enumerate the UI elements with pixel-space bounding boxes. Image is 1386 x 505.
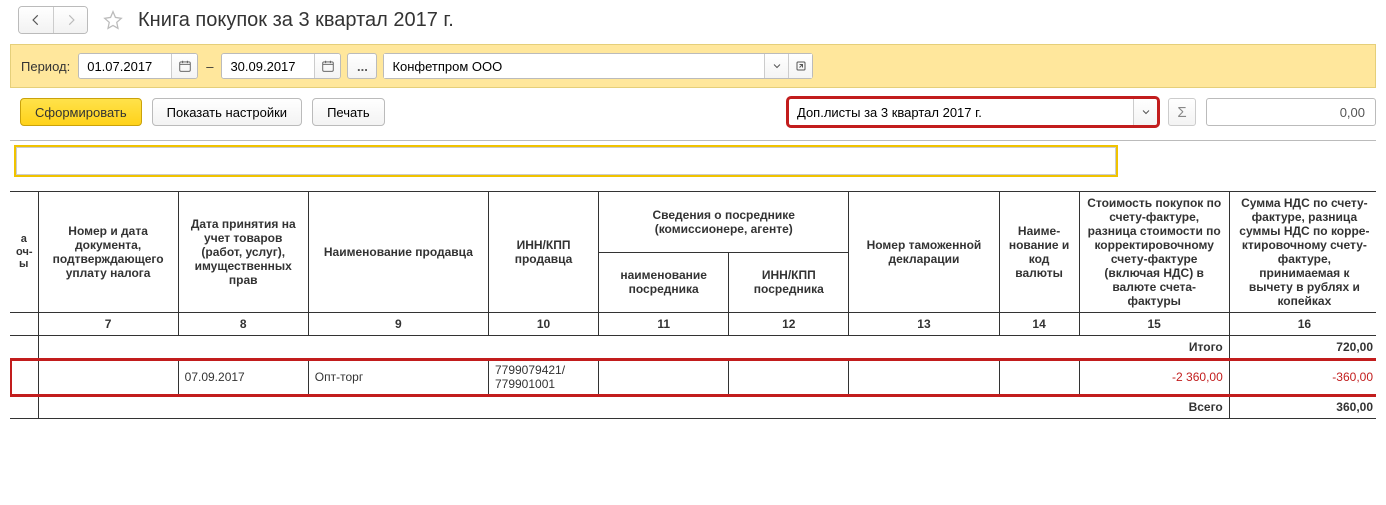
cell-c7 <box>38 359 178 396</box>
colnum-8: 8 <box>178 313 308 336</box>
extra-sheets-input[interactable] <box>789 99 1133 125</box>
action-bar: Сформировать Показать настройки Печать Σ… <box>0 88 1386 134</box>
arrow-left-icon <box>29 13 43 27</box>
column-number-row: 7 8 9 10 11 12 13 14 15 16 <box>10 313 1376 336</box>
cell-c11 <box>599 359 729 396</box>
vsego-label: Всего <box>38 396 1229 419</box>
open-icon <box>795 60 807 72</box>
colnum-14: 14 <box>999 313 1079 336</box>
itogo-row: Итого 720,00 <box>10 336 1376 359</box>
cell-c16: -360,00 <box>1229 359 1376 396</box>
header-c14: Наиме­нование и код валюты <box>999 192 1079 313</box>
colnum-12: 12 <box>729 313 849 336</box>
calendar-icon <box>178 59 192 73</box>
extra-sheets-dropdown[interactable] <box>1133 99 1157 125</box>
header-c15: Стоимость покупок по счету-фактуре, разн… <box>1079 192 1229 313</box>
header-c9: Наименование продавца <box>308 192 488 313</box>
cell-c10: 7799079421/ 779901001 <box>488 359 598 396</box>
header-intermediary-group: Сведения о посреднике (комиссионере, аге… <box>599 192 849 253</box>
page-title: Книга покупок за 3 квартал 2017 г. <box>138 9 454 32</box>
itogo-value: 720,00 <box>1229 336 1376 359</box>
organization-open[interactable] <box>788 54 812 78</box>
colnum-15: 15 <box>1079 313 1229 336</box>
nav-button-group <box>18 6 88 34</box>
colnum-11: 11 <box>599 313 729 336</box>
calendar-icon <box>321 59 335 73</box>
date-from-wrapper <box>78 53 198 79</box>
star-icon <box>103 10 123 30</box>
generate-button[interactable]: Сформировать <box>20 98 142 126</box>
colnum-7: 7 <box>38 313 178 336</box>
cell-c14 <box>999 359 1079 396</box>
cell-c13 <box>849 359 999 396</box>
vsego-value: 360,00 <box>1229 396 1376 419</box>
date-to-input[interactable] <box>222 54 314 78</box>
period-select-button[interactable]: ... <box>347 53 377 79</box>
print-button[interactable]: Печать <box>312 98 385 126</box>
table-row[interactable]: 07.09.2017 Опт-торг 7799079421/ 77990100… <box>10 359 1376 396</box>
cell-c8: 07.09.2017 <box>178 359 308 396</box>
date-to-picker[interactable] <box>314 54 340 78</box>
filter-bar: Период: – ... <box>10 44 1376 88</box>
table-header-row: а оч- ы Номер и дата документа, подтверж… <box>10 192 1376 253</box>
cell-c12 <box>729 359 849 396</box>
date-to-wrapper <box>221 53 341 79</box>
report-area: а оч- ы Номер и дата документа, подтверж… <box>10 140 1376 419</box>
header-c13: Номер таможенной декларации <box>849 192 999 313</box>
period-label: Период: <box>21 59 70 74</box>
colnum-16: 16 <box>1229 313 1376 336</box>
header-c10: ИНН/КПП продавца <box>488 192 598 313</box>
vsego-row: Всего 360,00 <box>10 396 1376 419</box>
date-from-input[interactable] <box>79 54 171 78</box>
header-stub: а оч- ы <box>10 192 38 313</box>
colnum-13: 13 <box>849 313 999 336</box>
arrow-right-icon <box>64 13 78 27</box>
header-c12: ИНН/КПП посредника <box>729 252 849 313</box>
report-title-band <box>16 147 1116 175</box>
chevron-down-icon <box>1140 106 1152 118</box>
back-button[interactable] <box>19 7 53 33</box>
header-c8: Дата принятия на учет товаров (работ, ус… <box>178 192 308 313</box>
show-settings-button[interactable]: Показать настройки <box>152 98 302 126</box>
colnum-10: 10 <box>488 313 598 336</box>
colnum-9: 9 <box>308 313 488 336</box>
date-from-picker[interactable] <box>171 54 197 78</box>
sum-display: 0,00 <box>1206 98 1376 126</box>
organization-input[interactable] <box>384 54 764 78</box>
header-c7: Номер и дата документа, подтвержда­ющего… <box>38 192 178 313</box>
chevron-down-icon <box>771 60 783 72</box>
organization-combo <box>383 53 813 79</box>
header-c16: Сумма НДС по счету-фактуре, разница сумм… <box>1229 192 1376 313</box>
header-c11: наименование посредника <box>599 252 729 313</box>
cell-c9: Опт-торг <box>308 359 488 396</box>
itogo-label: Итого <box>38 336 1229 359</box>
organization-dropdown[interactable] <box>764 54 788 78</box>
extra-sheets-combo <box>788 98 1158 126</box>
date-separator: – <box>204 59 215 74</box>
cell-c15: -2 360,00 <box>1079 359 1229 396</box>
favorite-toggle[interactable] <box>100 7 126 33</box>
sum-toggle-button[interactable]: Σ <box>1168 98 1196 126</box>
purchases-table: а оч- ы Номер и дата документа, подтверж… <box>10 191 1376 419</box>
forward-button[interactable] <box>53 7 87 33</box>
